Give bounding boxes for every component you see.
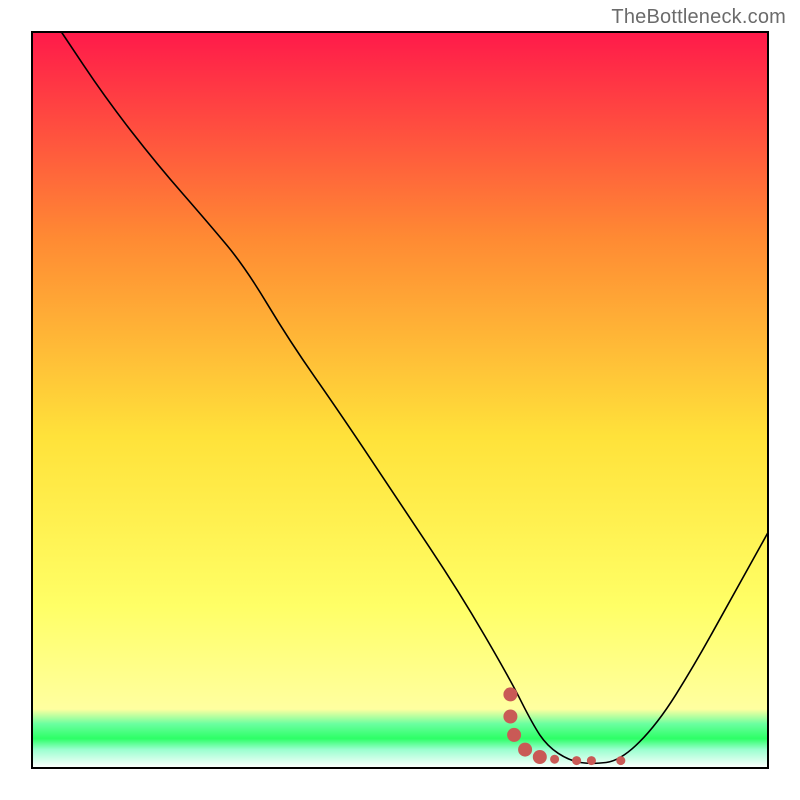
red-marker-dot bbox=[587, 756, 596, 765]
red-marker-dot bbox=[616, 756, 625, 765]
red-marker-dot bbox=[507, 728, 521, 742]
plot-background bbox=[32, 32, 768, 768]
red-marker-dot bbox=[533, 750, 547, 764]
chart-svg bbox=[0, 0, 800, 800]
red-marker-dot bbox=[503, 710, 517, 724]
red-marker-dot bbox=[550, 755, 559, 764]
chart-container: TheBottleneck.com bbox=[0, 0, 800, 800]
watermark-text: TheBottleneck.com bbox=[611, 6, 786, 29]
red-marker-dot bbox=[518, 743, 532, 757]
red-marker-dot bbox=[572, 756, 581, 765]
red-marker-dot bbox=[503, 687, 517, 701]
